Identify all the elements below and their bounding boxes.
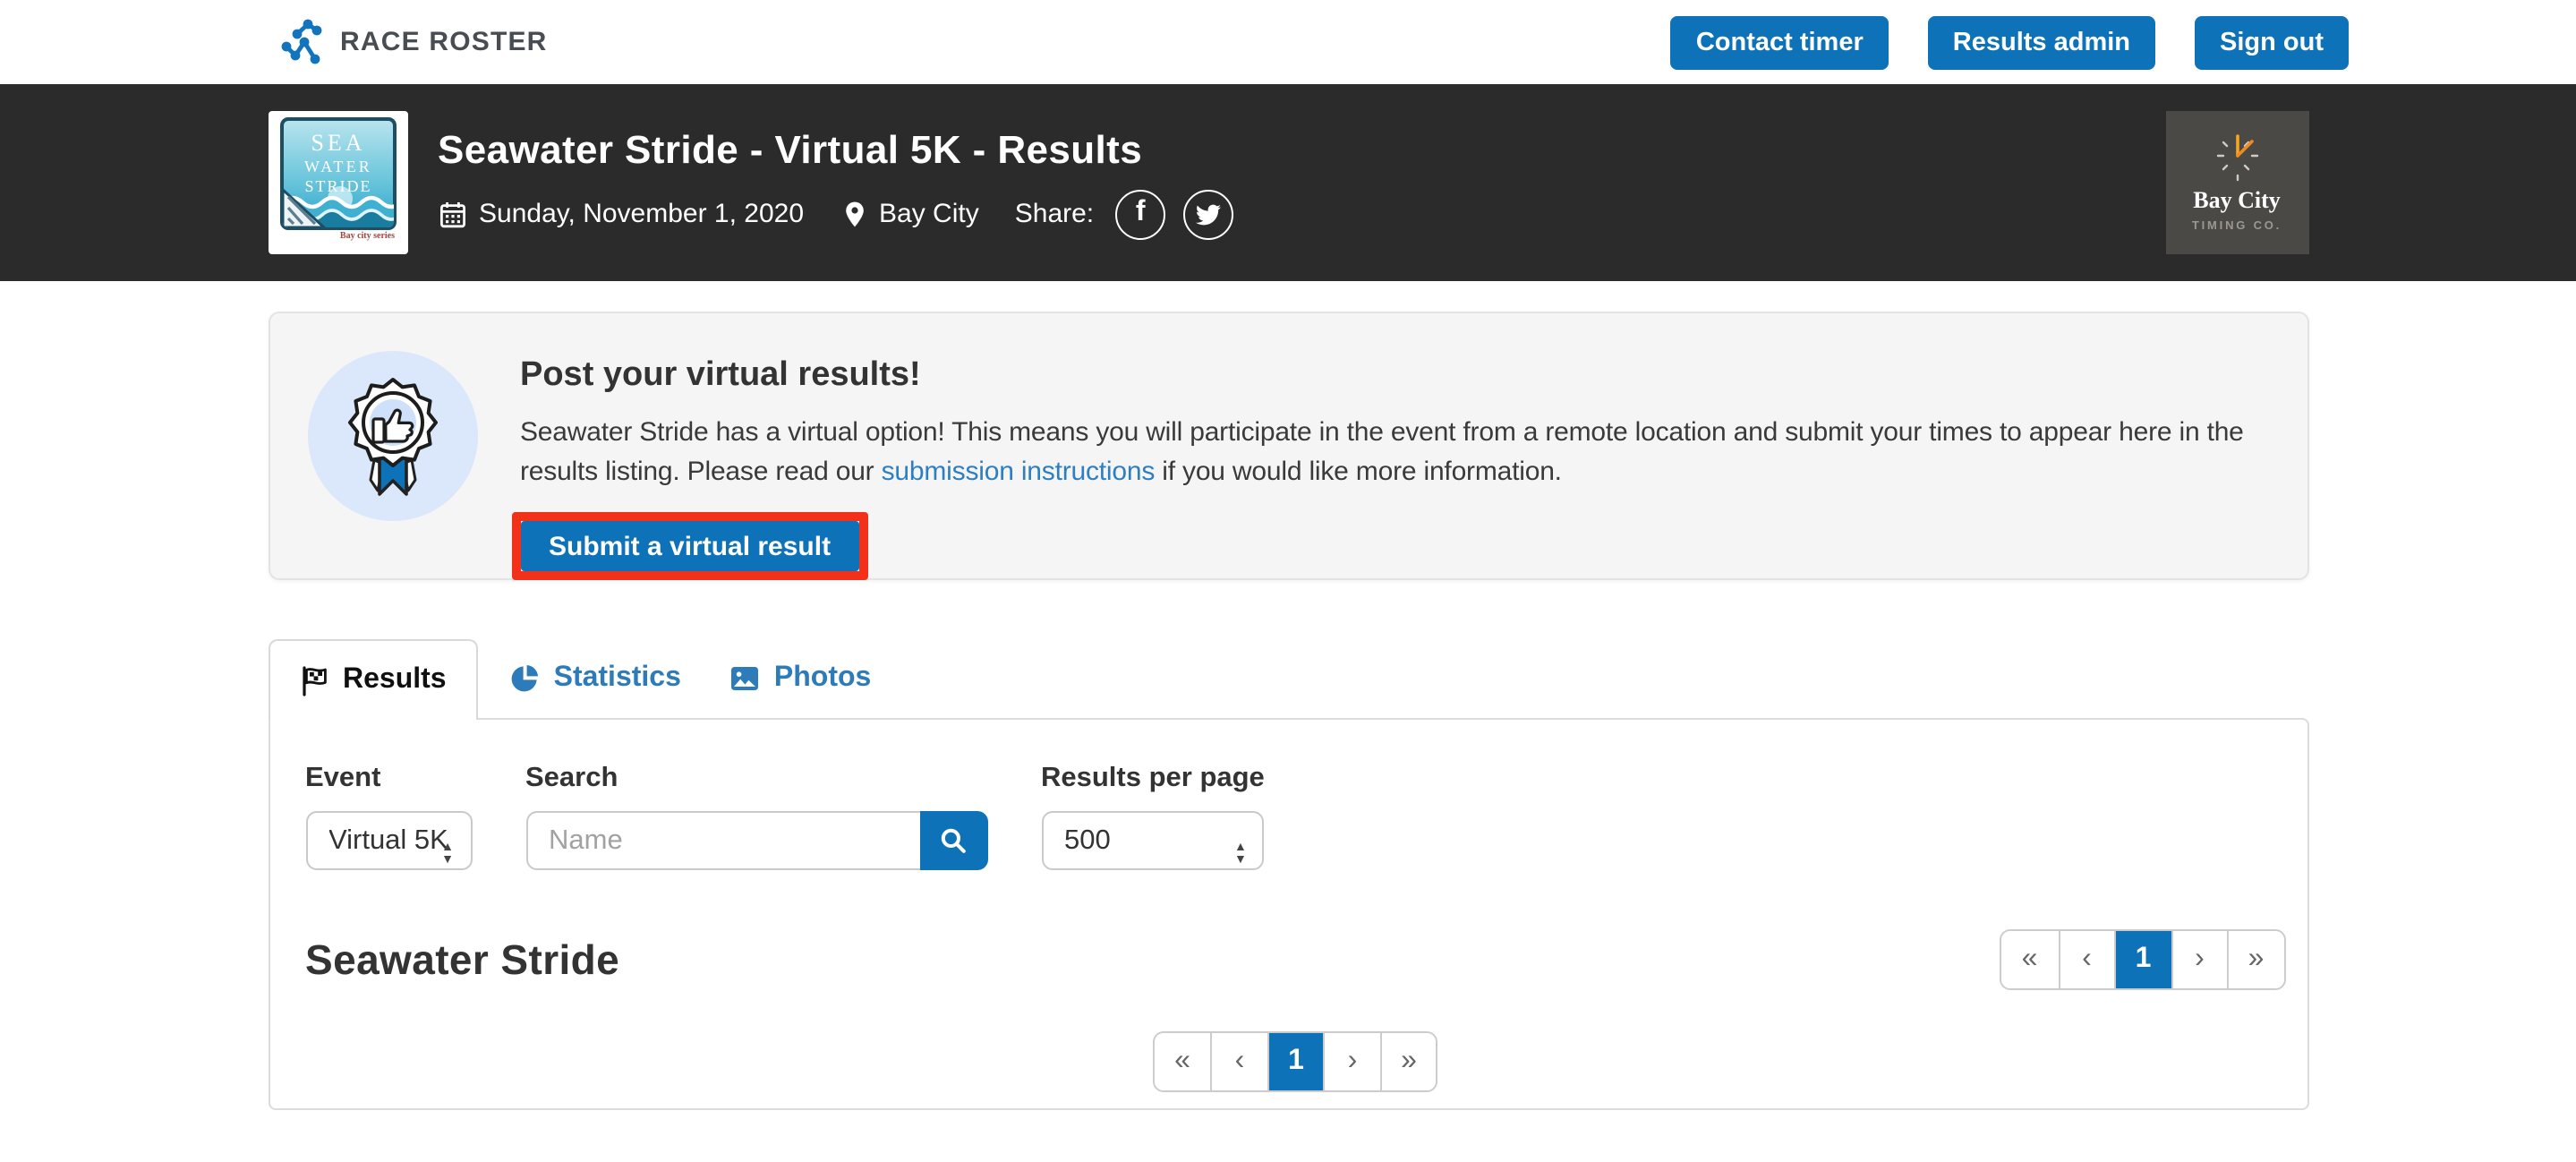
svg-text:WATER: WATER [303, 158, 371, 175]
finish-flag-icon [300, 665, 328, 696]
search-input[interactable] [525, 811, 919, 870]
results-per-page-filter: Results per page 500 ▲▼ [1041, 763, 1265, 870]
facebook-share-button[interactable]: f [1115, 189, 1165, 239]
results-admin-button[interactable]: Results admin [1928, 15, 2155, 69]
tab-statistics[interactable]: Statistics [493, 639, 699, 718]
tab-results[interactable]: Results [268, 639, 479, 720]
pagination-first-button[interactable]: « [1155, 1033, 1211, 1090]
search-label: Search [525, 763, 987, 795]
race-roster-logo[interactable]: RACE ROSTER [281, 18, 548, 66]
sign-out-button[interactable]: Sign out [2195, 15, 2349, 69]
share-label: Share: [1015, 199, 1094, 229]
pagination-page-1[interactable]: 1 [2114, 931, 2171, 988]
top-actions: Contact timer Results admin Sign out [1671, 15, 2349, 69]
race-roster-logo-icon [281, 18, 324, 66]
timing-company-logo: Bay City TIMING CO. [2165, 111, 2308, 254]
contact-timer-button[interactable]: Contact timer [1671, 15, 1889, 69]
image-icon [731, 666, 760, 691]
results-tabs: Results Statistics [268, 639, 2308, 718]
event-select[interactable]: Virtual 5K [305, 811, 472, 870]
search-filter: Search [525, 763, 987, 870]
event-logo-caption: Bay city series [340, 233, 395, 242]
event-header: SEA WATER STRIDE Bay city series Seawate… [0, 84, 2576, 281]
twitter-icon [1196, 203, 1221, 225]
award-badge-icon [307, 351, 477, 530]
virtual-panel-body: Seawater Stride has a virtual option! Th… [520, 414, 2264, 492]
tab-photos[interactable]: Photos [713, 639, 889, 718]
pagination-page-1[interactable]: 1 [1267, 1033, 1324, 1090]
facebook-icon: f [1136, 199, 1146, 227]
virtual-results-panel: Post your virtual results! Seawater Stri… [268, 312, 2308, 580]
results-per-page-select[interactable]: 500 [1041, 811, 1265, 870]
pagination-last-button[interactable]: » [2227, 931, 2283, 988]
series-heading: Seawater Stride [305, 936, 619, 984]
event-info: Seawater Stride - Virtual 5K - Results [438, 126, 1233, 239]
pagination-next-button[interactable]: › [1324, 1033, 1380, 1090]
event-filter: Event Virtual 5K ▲▼ [305, 763, 472, 870]
svg-text:SEA: SEA [310, 130, 364, 156]
virtual-panel-heading: Post your virtual results! [520, 356, 2264, 396]
search-button[interactable] [919, 811, 987, 870]
pagination-prev-button[interactable]: ‹ [1211, 1033, 1267, 1090]
event-label: Event [305, 763, 472, 795]
clock-icon [2205, 132, 2269, 183]
timing-company-name: Bay City [2193, 186, 2281, 215]
pagination-top: « ‹ 1 › » [2000, 929, 2285, 990]
submission-instructions-link[interactable]: submission instructions [882, 457, 1156, 487]
svg-text:STRIDE: STRIDE [304, 177, 371, 195]
event-location: Bay City [843, 199, 979, 229]
submit-virtual-result-button[interactable]: Submit a virtual result [520, 521, 859, 571]
pagination-last-button[interactable]: » [1380, 1033, 1437, 1090]
event-date: Sunday, November 1, 2020 [438, 199, 804, 229]
annotation-highlight-box: Submit a virtual result [511, 512, 868, 580]
top-navigation-bar: RACE ROSTER Contact timer Results admin … [0, 0, 2576, 84]
event-logo: SEA WATER STRIDE Bay city series [268, 111, 407, 254]
results-per-page-label: Results per page [1041, 763, 1265, 795]
calendar-icon [438, 200, 466, 228]
pagination-bottom: « ‹ 1 › » [1153, 1031, 1438, 1092]
twitter-share-button[interactable] [1183, 189, 1233, 239]
pagination-prev-button[interactable]: ‹ [2058, 931, 2114, 988]
pagination-next-button[interactable]: › [2171, 931, 2227, 988]
page-title: Seawater Stride - Virtual 5K - Results [438, 126, 1233, 173]
pie-chart-icon [511, 664, 540, 693]
pagination-first-button[interactable]: « [2001, 931, 2058, 988]
results-panel: Event Virtual 5K ▲▼ Search [268, 718, 2308, 1110]
event-logo-poster: SEA WATER STRIDE [278, 116, 397, 231]
brand-wordmark: RACE ROSTER [340, 27, 548, 57]
map-pin-icon [843, 200, 866, 228]
timing-company-subtitle: TIMING CO. [2192, 220, 2282, 233]
search-icon [940, 827, 967, 854]
